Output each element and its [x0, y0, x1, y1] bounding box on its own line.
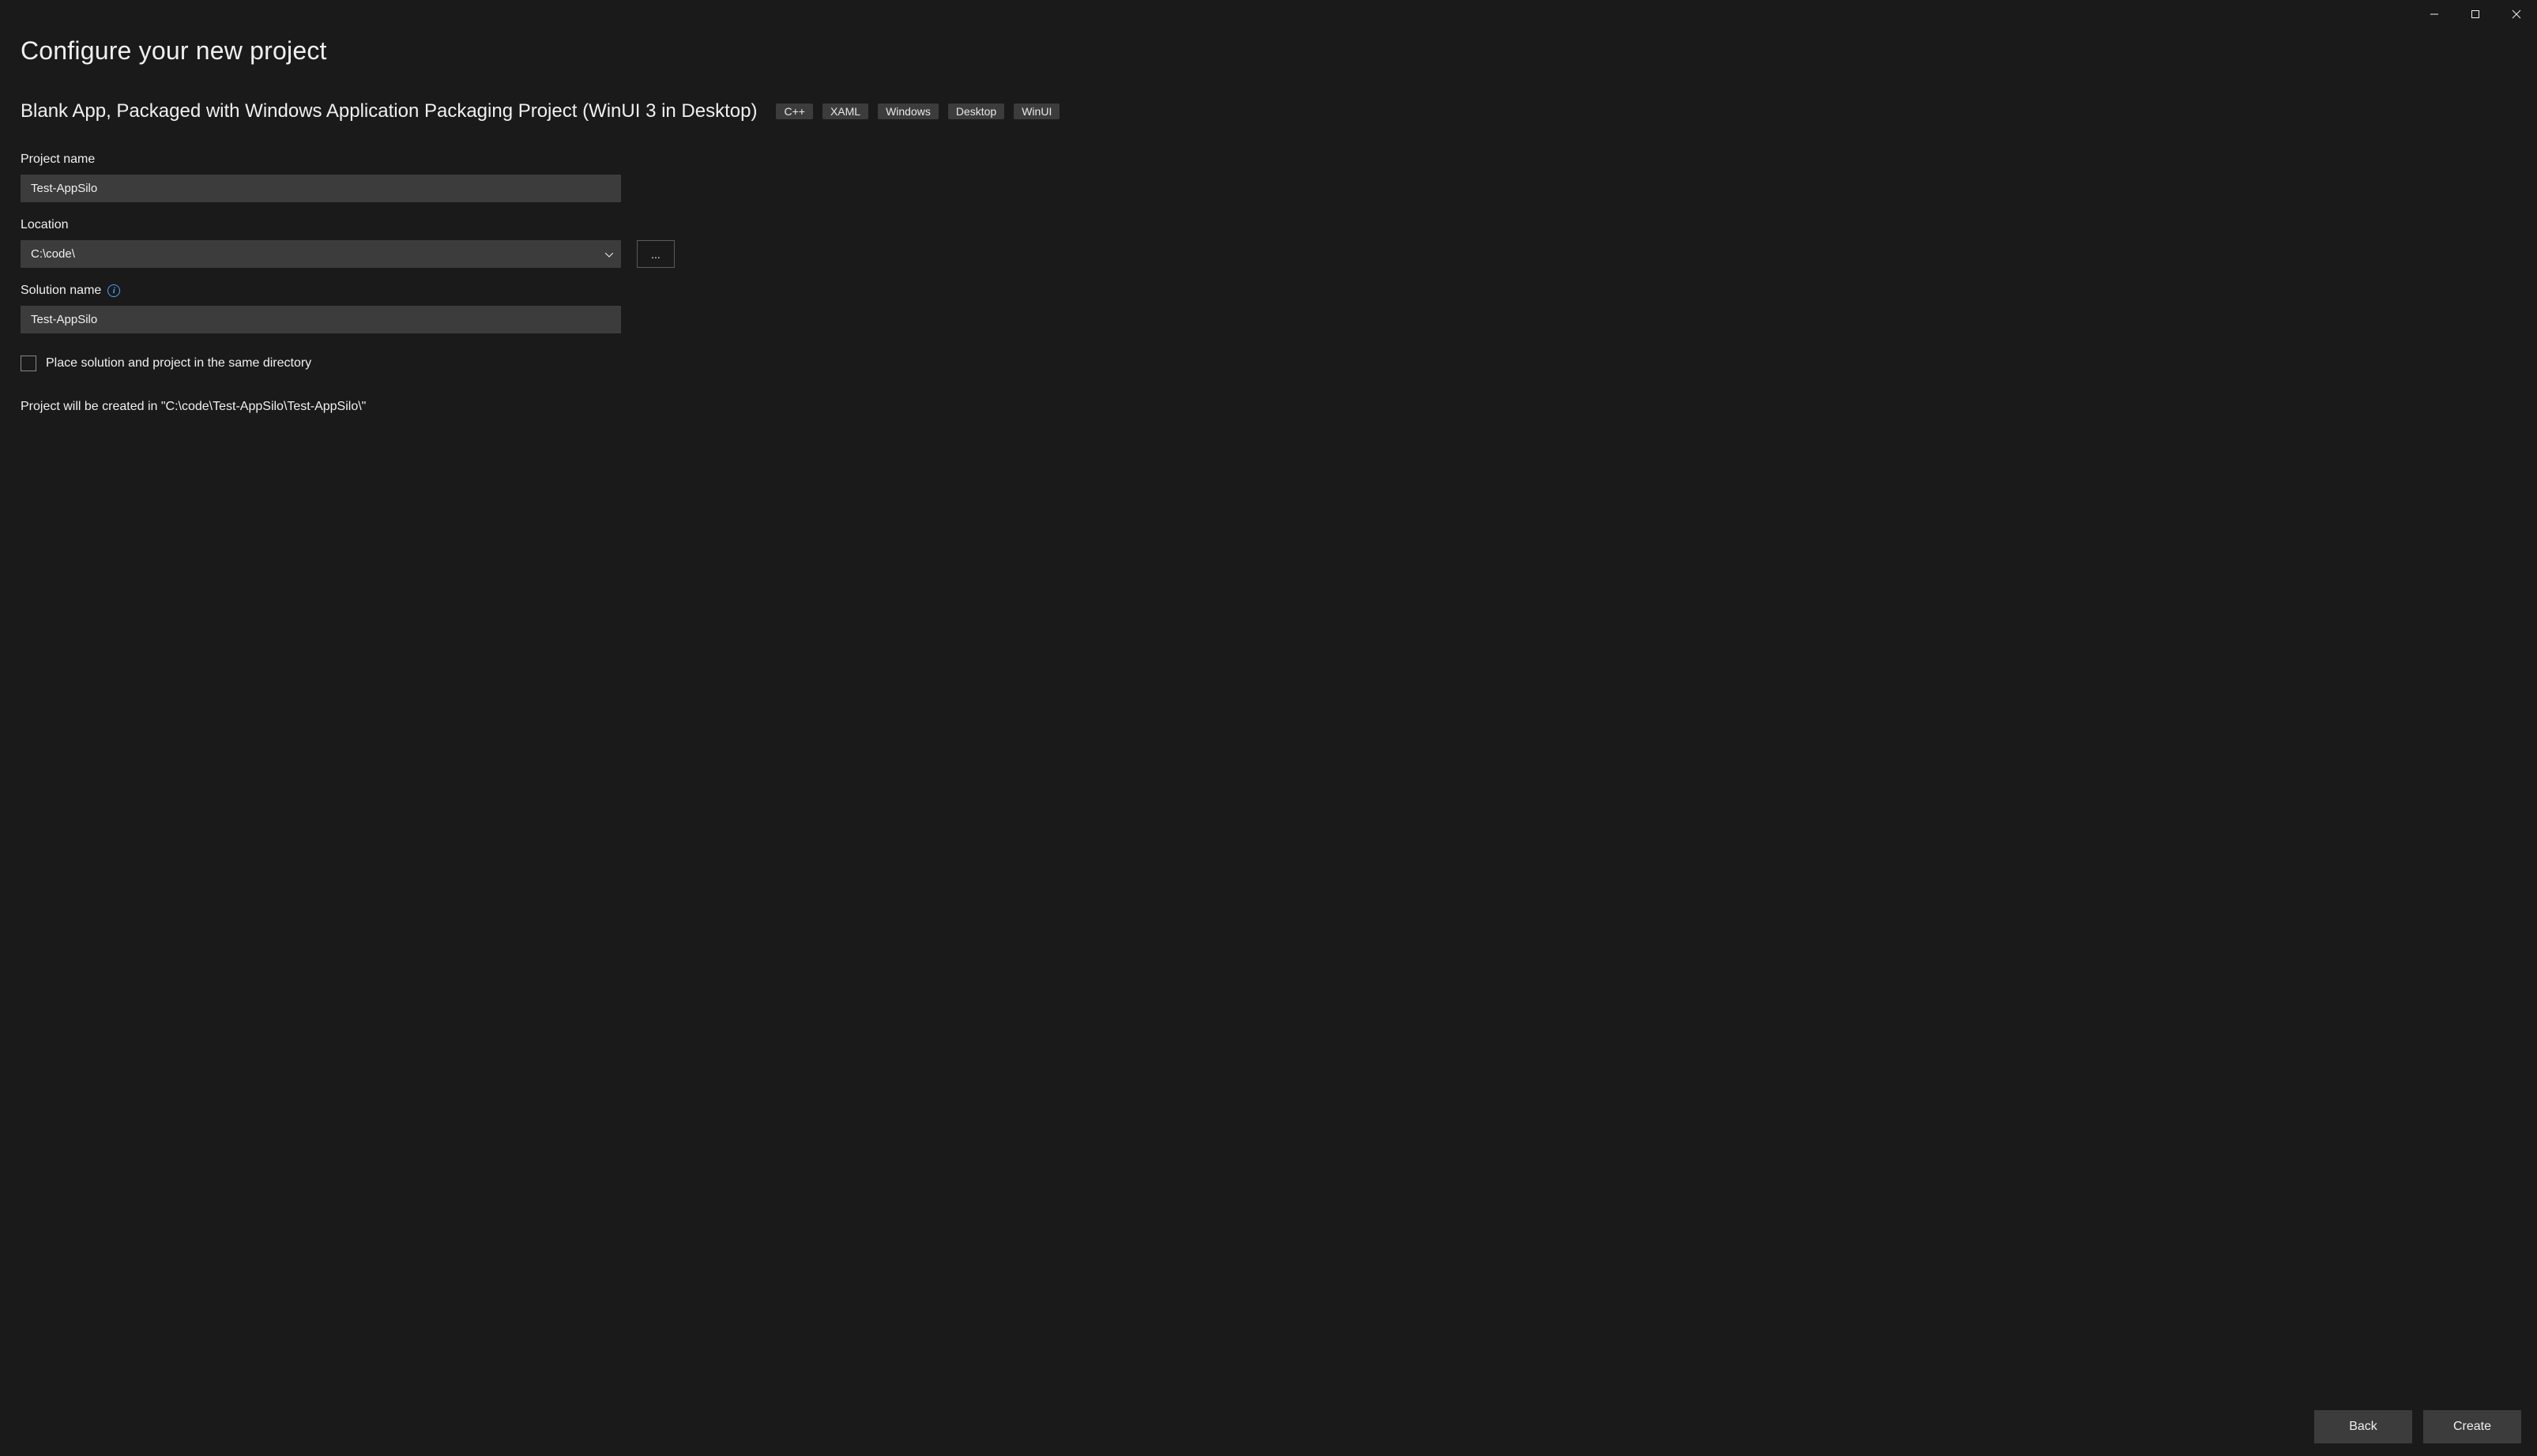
- location-field: Location: [21, 218, 621, 268]
- same-directory-checkbox-row: Place solution and project in the same d…: [21, 356, 2516, 371]
- back-button[interactable]: Back: [2314, 1410, 2412, 1443]
- solution-name-input[interactable]: [21, 306, 621, 333]
- maximize-button[interactable]: [2455, 0, 2496, 28]
- minimize-button[interactable]: [2414, 0, 2455, 28]
- close-icon: [2512, 9, 2521, 19]
- tag-xaml: XAML: [822, 103, 868, 119]
- creation-path-text: Project will be created in "C:\code\Test…: [21, 400, 2516, 414]
- template-name: Blank App, Packaged with Windows Applica…: [21, 100, 757, 122]
- same-directory-checkbox[interactable]: [21, 356, 36, 371]
- content-area: Configure your new project Blank App, Pa…: [0, 28, 2537, 1410]
- close-button[interactable]: [2496, 0, 2537, 28]
- tag-cpp: C++: [776, 103, 812, 119]
- template-header-row: Blank App, Packaged with Windows Applica…: [21, 100, 2516, 122]
- titlebar: [0, 0, 2537, 28]
- info-icon[interactable]: i: [107, 284, 120, 297]
- browse-button[interactable]: ...: [637, 240, 675, 268]
- location-label: Location: [21, 218, 69, 232]
- tag-list: C++ XAML Windows Desktop WinUI: [776, 103, 1060, 119]
- solution-name-label: Solution name: [21, 284, 101, 298]
- minimize-icon: [2430, 9, 2439, 19]
- create-button[interactable]: Create: [2423, 1410, 2521, 1443]
- footer: Back Create: [0, 1410, 2537, 1456]
- location-combo[interactable]: [21, 240, 621, 268]
- project-name-field: Project name: [21, 152, 621, 202]
- tag-windows: Windows: [878, 103, 939, 119]
- solution-name-field: Solution name i: [21, 284, 621, 333]
- project-name-input[interactable]: [21, 175, 621, 202]
- project-name-label: Project name: [21, 152, 95, 167]
- maximize-icon: [2471, 9, 2480, 19]
- same-directory-label: Place solution and project in the same d…: [46, 356, 311, 371]
- tag-desktop: Desktop: [948, 103, 1004, 119]
- page-title: Configure your new project: [21, 36, 2516, 66]
- tag-winui: WinUI: [1014, 103, 1060, 119]
